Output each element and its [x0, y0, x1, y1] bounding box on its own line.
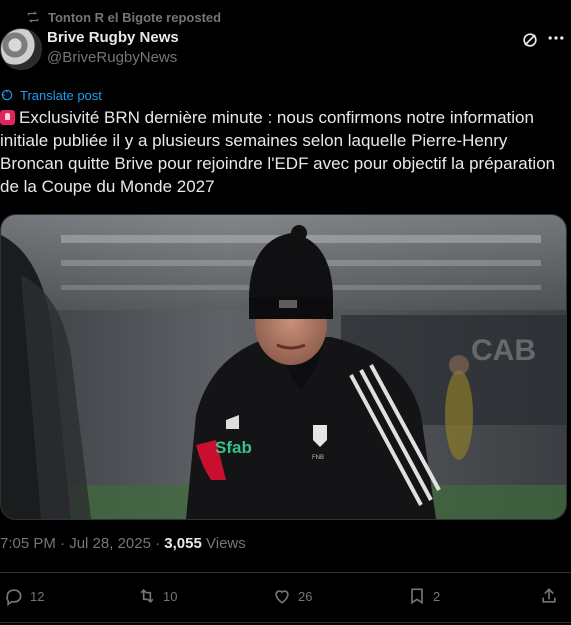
- post-image[interactable]: CAB Sfab FNB: [0, 214, 567, 520]
- repost-indicator[interactable]: Tonton R el Bigote reposted: [26, 8, 221, 26]
- jacket-logo: Sfab: [215, 438, 252, 457]
- post-time[interactable]: 7:05 PM: [0, 535, 56, 552]
- author-name[interactable]: Brive Rugby News: [47, 29, 179, 46]
- author-handle[interactable]: @BriveRugbyNews: [47, 49, 177, 66]
- repost-label: Tonton R el Bigote reposted: [48, 9, 222, 25]
- translate-icon: [1, 89, 13, 101]
- divider-top: [0, 572, 571, 573]
- translate-link[interactable]: Translate post: [0, 87, 102, 103]
- repost-count: 10: [163, 588, 178, 604]
- meta-separator-1: ·: [60, 535, 66, 552]
- share-button[interactable]: [539, 582, 559, 610]
- like-icon: [275, 590, 289, 604]
- repost-icon: [27, 11, 39, 23]
- bookmark-icon: [411, 588, 423, 605]
- grok-icon[interactable]: [520, 30, 540, 50]
- post-text: Exclusivité BRN dernière minute : nous c…: [0, 106, 565, 198]
- action-bar: 12 10 26 2: [0, 582, 571, 610]
- bookmark-button[interactable]: 2: [407, 582, 440, 610]
- avatar[interactable]: [0, 28, 42, 70]
- share-icon: [542, 588, 556, 603]
- views-label: Views: [206, 535, 246, 552]
- coach-photo: CAB Sfab FNB: [1, 215, 566, 519]
- more-icon[interactable]: [546, 28, 566, 48]
- translate-label: Translate post: [20, 87, 102, 103]
- post-meta: 7:05 PM · Jul 28, 2025 · 3,055 Views: [0, 535, 246, 552]
- bookmark-count: 2: [433, 588, 441, 604]
- reply-icon: [6, 589, 22, 606]
- reply-count: 12: [30, 588, 45, 604]
- meta-separator-2: ·: [155, 535, 161, 552]
- reply-button[interactable]: 12: [4, 582, 44, 610]
- retweet-icon: [140, 588, 154, 604]
- divider-bottom: [0, 622, 571, 623]
- like-count: 26: [298, 588, 313, 604]
- jacket-badge-text: FNB: [312, 455, 324, 461]
- repost-button[interactable]: 10: [137, 582, 177, 610]
- svg-text:CAB: CAB: [471, 334, 536, 367]
- post-date[interactable]: Jul 28, 2025: [69, 535, 151, 552]
- siren-emoji: [0, 110, 15, 125]
- post-body: Exclusivité BRN dernière minute : nous c…: [0, 108, 556, 196]
- views-count: 3,055: [164, 535, 202, 552]
- like-button[interactable]: 26: [272, 582, 312, 610]
